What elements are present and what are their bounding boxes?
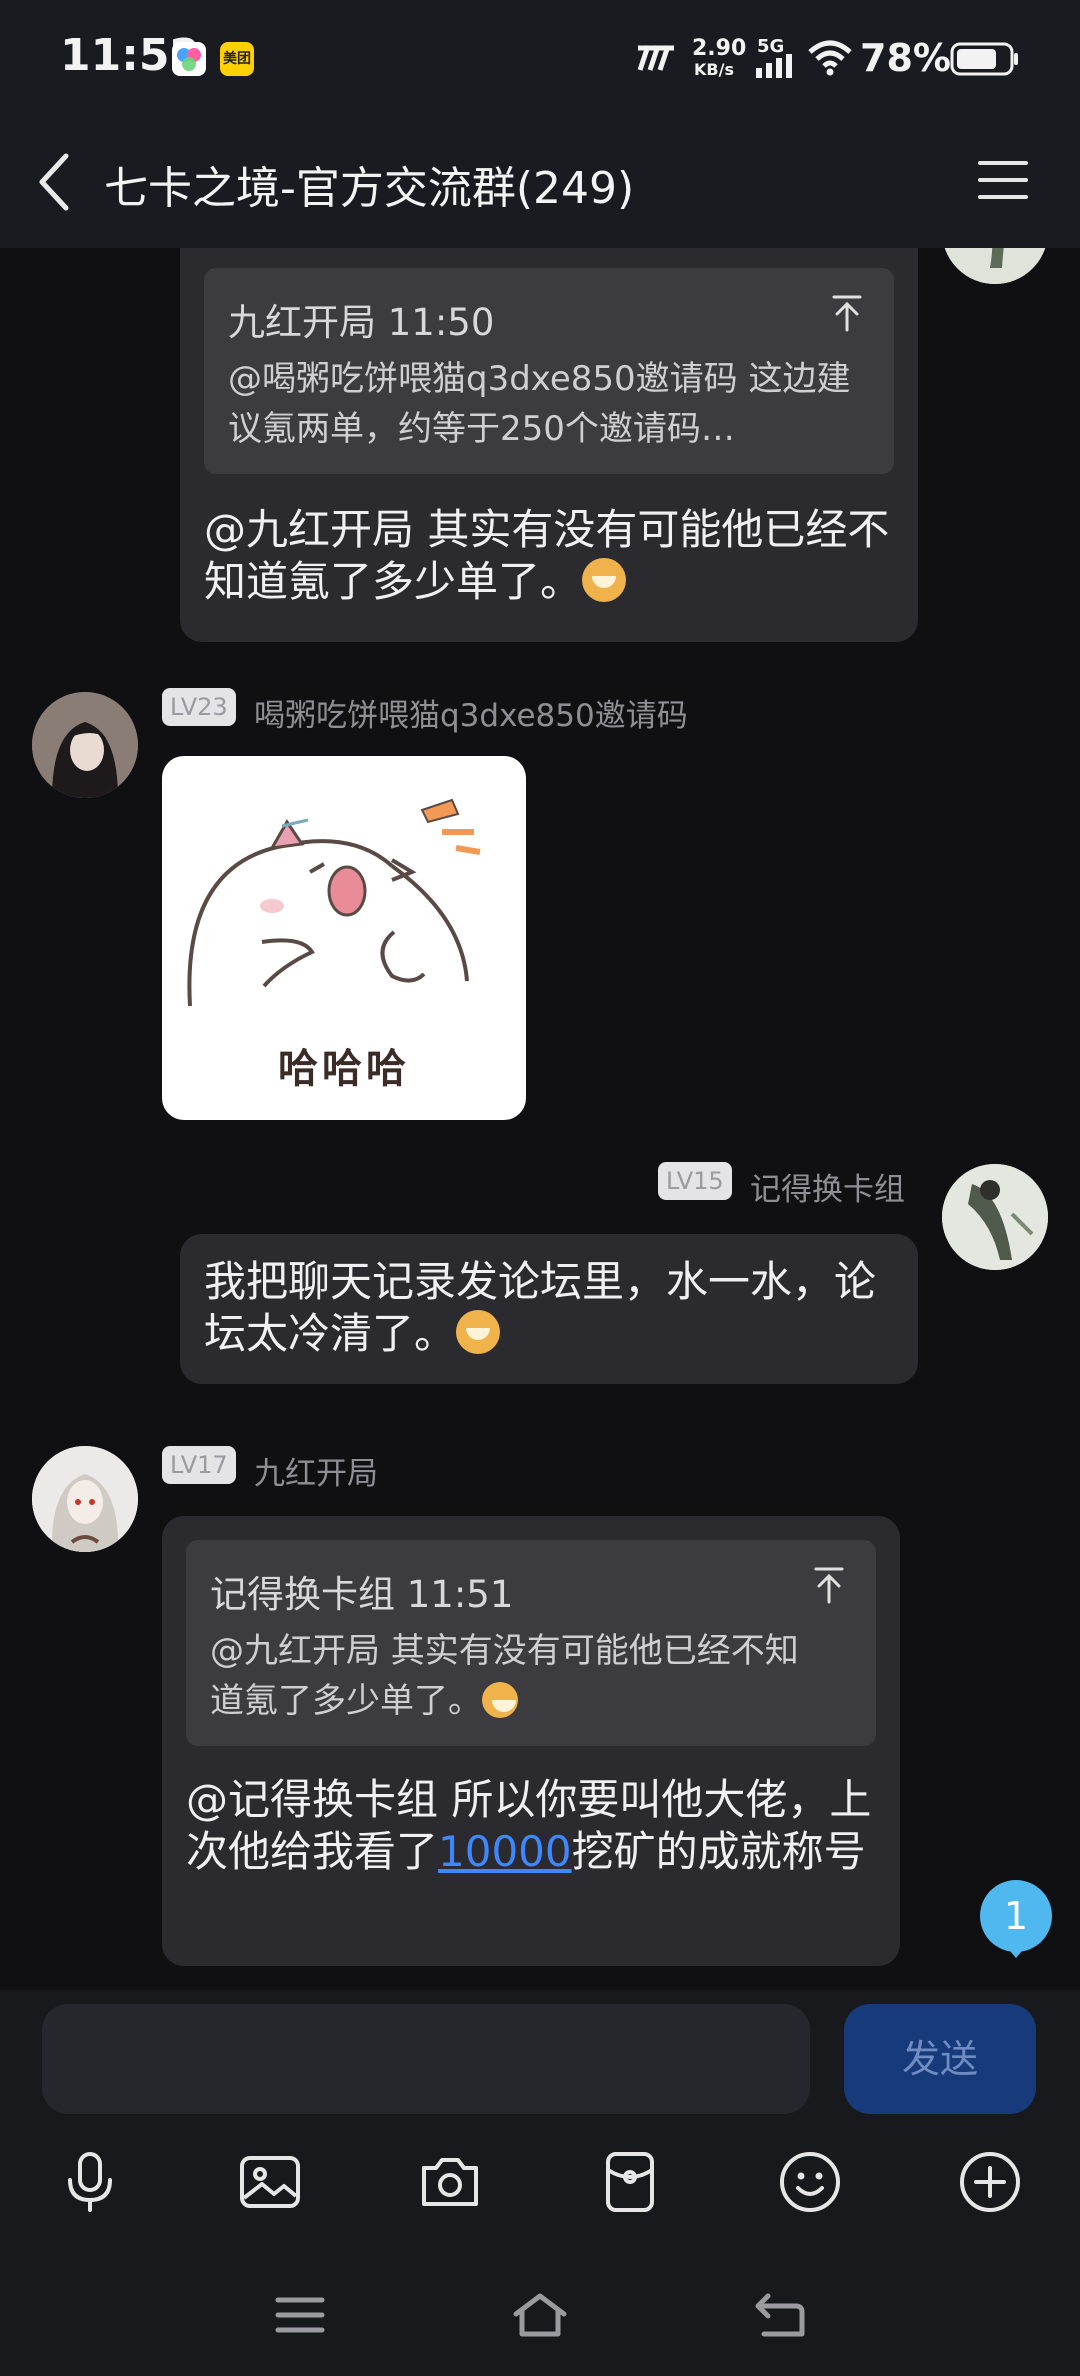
message-text: @九红开局 其实有没有可能他已经不知道氪了多少单了。 xyxy=(204,504,904,608)
jump-to-top-icon[interactable] xyxy=(830,294,864,336)
cat-emoji-icon xyxy=(582,558,627,602)
level-badge: LV23 xyxy=(162,688,236,726)
message-text-content: 我把聊天记录发论坛里，水一水，论坛太冷清了。 xyxy=(204,1257,877,1358)
sender-nickname[interactable]: 喝粥吃饼喂猫q3dxe850邀请码 xyxy=(254,690,688,735)
unread-count-badge[interactable]: 1 xyxy=(980,1880,1052,1952)
multicolor-app-icon xyxy=(172,42,206,76)
sticker-caption: 哈哈哈 xyxy=(278,1046,410,1092)
chat-message-list[interactable]: 九红开局 11:50 @喝粥吃饼喂猫q3dxe850邀请码 这边建议氪两单，约等… xyxy=(0,248,1080,2008)
battery-icon xyxy=(950,42,1020,80)
message-text: @记得换卡组 所以你要叫他大佬，上次他给我看了10000挖矿的成就称号 xyxy=(186,1774,876,1878)
menu-icon[interactable] xyxy=(270,2290,330,2340)
image-icon[interactable] xyxy=(238,2150,302,2214)
net-speed-unit: KB/s xyxy=(694,60,734,79)
message-input[interactable] xyxy=(42,2004,810,2114)
sender-nickname[interactable]: 九红开局 xyxy=(254,1448,378,1493)
wifi-icon xyxy=(808,40,852,80)
hd-signal-icon xyxy=(634,44,678,76)
send-button[interactable]: 发送 xyxy=(844,2004,1036,2114)
emoji-icon[interactable] xyxy=(778,2150,842,2214)
home-icon[interactable] xyxy=(510,2290,570,2340)
signal-bars-icon xyxy=(756,54,796,82)
message-bubble[interactable]: 记得换卡组 11:51 @九红开局 其实有没有可能他已经不知道氪了多少单了。 @… xyxy=(162,1516,900,1966)
back-button[interactable] xyxy=(36,150,76,214)
group-title[interactable]: 七卡之境-官方交流群(249) xyxy=(104,152,634,216)
message-text-content: @九红开局 其实有没有可能他已经不知道氪了多少单了。 xyxy=(204,505,890,606)
quote-text: @九红开局 其实有没有可能他已经不知道氪了多少单了。 xyxy=(210,1626,830,1726)
sender-nickname[interactable]: 记得换卡组 xyxy=(750,1164,905,1209)
cat-emoji-icon xyxy=(456,1310,501,1354)
back-icon[interactable] xyxy=(750,2290,810,2340)
message-bubble[interactable]: 我把聊天记录发论坛里，水一水，论坛太冷清了。 xyxy=(180,1234,918,1384)
message-text-content: 挖矿的成就称号 xyxy=(571,1827,866,1876)
badge-tail-icon xyxy=(1006,1946,1026,1958)
quote-text: @喝粥吃饼喂猫q3dxe850邀请码 这边建议氪两单，约等于250个邀请码… xyxy=(228,359,851,449)
level-badge: LV17 xyxy=(162,1446,236,1484)
message-bubble[interactable]: 九红开局 11:50 @喝粥吃饼喂猫q3dxe850邀请码 这边建议氪两单，约等… xyxy=(180,248,918,642)
red-packet-icon[interactable] xyxy=(598,2150,662,2214)
message-text: 我把聊天记录发论坛里，水一水，论坛太冷清了。 xyxy=(204,1256,894,1360)
chevron-left-icon xyxy=(39,153,69,211)
microphone-icon[interactable] xyxy=(58,2150,122,2214)
battery-percent: 78% xyxy=(860,36,951,80)
quote-author-time: 记得换卡组 11:51 xyxy=(210,1573,514,1616)
avatar[interactable] xyxy=(32,692,138,798)
quoted-message[interactable]: 记得换卡组 11:51 @九红开局 其实有没有可能他已经不知道氪了多少单了。 xyxy=(186,1540,876,1746)
sticker-image[interactable]: 哈哈哈 xyxy=(162,756,526,1120)
hamburger-menu-icon xyxy=(978,161,1028,199)
level-badge: LV15 xyxy=(658,1162,732,1200)
jump-to-top-icon[interactable] xyxy=(812,1566,846,1608)
avatar[interactable] xyxy=(32,1446,138,1552)
plus-icon[interactable] xyxy=(958,2150,1022,2214)
net-speed-value: 2.90 xyxy=(692,36,747,61)
quote-author-time: 九红开局 11:50 xyxy=(228,301,495,344)
group-menu-button[interactable] xyxy=(978,160,1028,200)
meituan-icon: 美团 xyxy=(220,42,254,76)
cat-emoji-icon xyxy=(482,1682,518,1718)
camera-icon[interactable] xyxy=(418,2150,482,2214)
avatar[interactable] xyxy=(942,248,1048,284)
avatar[interactable] xyxy=(942,1164,1048,1270)
quoted-message[interactable]: 九红开局 11:50 @喝粥吃饼喂猫q3dxe850邀请码 这边建议氪两单，约等… xyxy=(204,268,894,474)
message-link[interactable]: 10000 xyxy=(438,1827,572,1876)
